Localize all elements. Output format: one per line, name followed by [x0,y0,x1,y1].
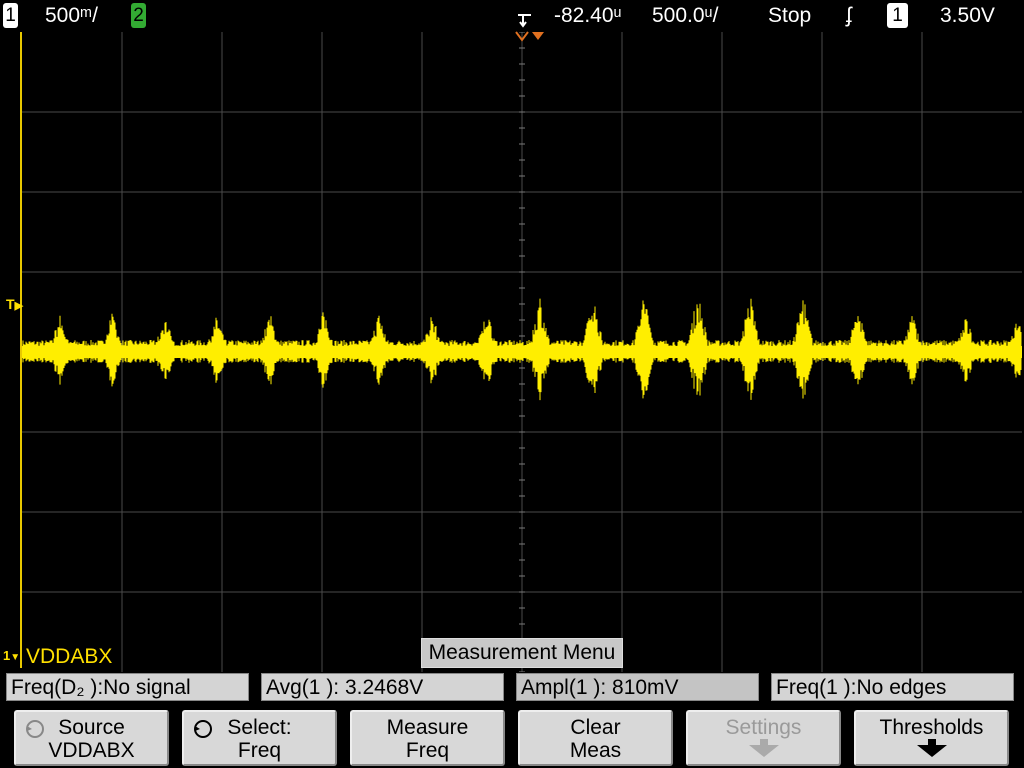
channel-label: VDDABX [26,645,113,668]
channel-1-reference-line [20,32,22,668]
channel-2-indicator[interactable]: 2 [131,3,146,28]
select-softkey[interactable]: Select: Freq [182,710,337,766]
trigger-point-marker [515,31,544,42]
source-softkey[interactable]: Source VDDABX [14,710,169,766]
run-state: Stop [768,4,812,27]
measurement-readout: Freq(1 ):No edges [771,673,1014,701]
measurement-readout: Avg(1 ): 3.2468V [261,673,504,701]
status-bar: 1 500ᵐ/ 2 -82.40ᵘ 500.0ᵘ/ Stop ʄ 1 3.50V [0,0,1024,32]
settings-softkey[interactable]: Settings [686,710,841,766]
thresholds-softkey[interactable]: Thresholds [854,710,1009,766]
clear-meas-softkey[interactable]: Clear Meas [518,710,673,766]
trigger-position-icon [515,0,535,32]
delay-readout: -82.40ᵘ [554,4,622,27]
timebase-readout: 500.0ᵘ/ [652,4,719,27]
down-arrow-icon [688,739,839,757]
trigger-level-readout: 3.50V [940,4,995,27]
channel-1-scale: 500ᵐ/ [45,4,98,27]
measurement-readout: Freq(D₂ ):No signal [6,673,249,701]
rotate-knob-icon [194,720,212,738]
channel-1-indicator[interactable]: 1 [3,3,18,28]
menu-title: Measurement Menu [421,638,623,668]
down-arrow-icon [856,739,1007,757]
channel-1-ground-marker[interactable]: 1▼ [3,648,20,663]
rotate-knob-icon [26,720,44,738]
waveform-display [22,32,1022,672]
measurement-readout: Ampl(1 ): 810mV [516,673,759,701]
graticule [22,32,1022,672]
trigger-level-marker[interactable]: T▶ [6,296,23,312]
trigger-source-indicator: 1 [887,3,908,28]
trigger-slope-icon: ʄ [846,4,852,27]
softkey-bar: Source VDDABX Select: Freq Measure Freq … [0,704,1024,768]
trace-baseline-band [22,346,1022,358]
measure-softkey[interactable]: Measure Freq [350,710,505,766]
